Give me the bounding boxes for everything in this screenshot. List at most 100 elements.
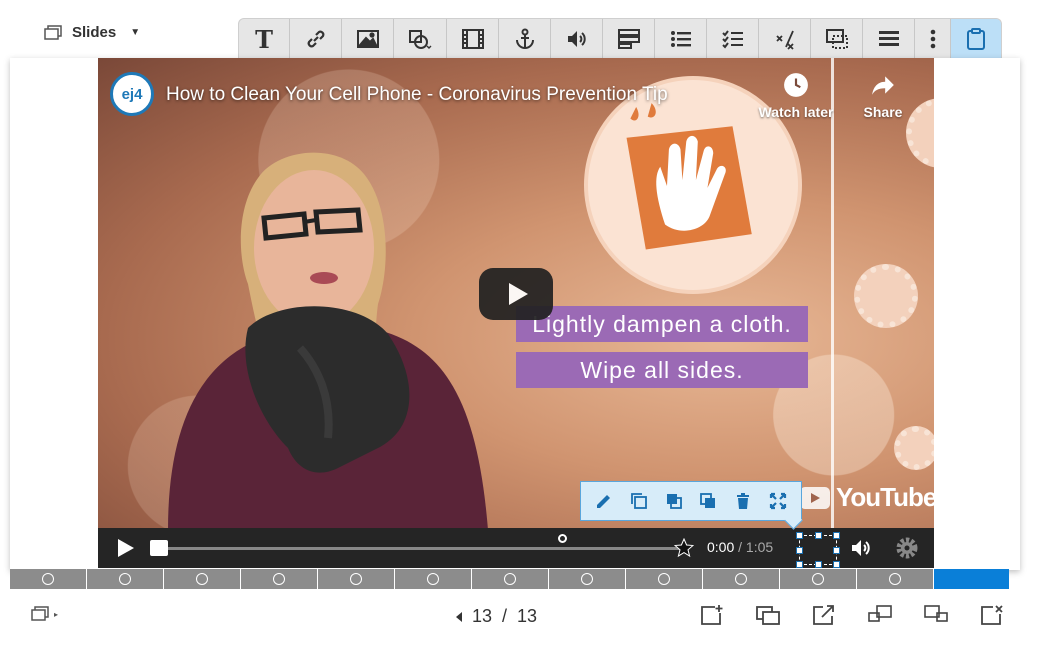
slide-thumb-11[interactable] (780, 569, 857, 589)
resize-handle[interactable] (815, 561, 822, 568)
video-title[interactable]: How to Clean Your Cell Phone - Coronavir… (166, 84, 668, 106)
image-icon (356, 30, 379, 48)
anchor-tool-button[interactable] (499, 19, 551, 58)
slide-thumb-1[interactable] (10, 569, 87, 589)
slide-thumb-8[interactable] (549, 569, 626, 589)
play-overlay-button[interactable] (479, 268, 553, 320)
link-icon (307, 30, 324, 48)
channel-logo[interactable]: ej4 (110, 72, 154, 116)
play-icon (118, 539, 134, 557)
move-right-icon (924, 605, 948, 622)
checklist-tool-button[interactable] (707, 19, 759, 58)
resize-handle[interactable] (833, 532, 840, 539)
slide-thumb-2[interactable] (87, 569, 164, 589)
fullscreen-element-button[interactable] (767, 490, 789, 512)
volume-button[interactable] (848, 536, 874, 560)
link-tool-button[interactable] (290, 19, 342, 58)
move-slide-left-button[interactable] (862, 601, 898, 629)
slide-dot-icon (889, 573, 901, 585)
slide-thumb-4[interactable] (241, 569, 318, 589)
resize-handle[interactable] (815, 532, 822, 539)
slide-thumb-9[interactable] (626, 569, 703, 589)
slide-thumb-10[interactable] (703, 569, 780, 589)
send-backward-button[interactable] (697, 490, 719, 512)
edit-element-button[interactable] (593, 490, 615, 512)
list-tool-button[interactable] (655, 19, 707, 58)
delete-slide-button[interactable] (974, 601, 1010, 629)
resize-handle[interactable] (796, 561, 803, 568)
slide-dot-icon (196, 573, 208, 585)
audio-icon (567, 31, 586, 47)
resize-handle[interactable] (833, 547, 840, 554)
slide-thumb-3[interactable] (164, 569, 241, 589)
progress-bar[interactable] (162, 547, 682, 550)
clipboard-icon (967, 28, 985, 50)
video-tool-button[interactable] (447, 19, 499, 58)
slides-menu[interactable]: Slides ▼ (44, 24, 140, 41)
send-backward-icon (700, 493, 716, 508)
text-tool-button[interactable]: T (239, 19, 290, 58)
duplicate-element-button[interactable] (628, 490, 650, 512)
slide-dot-icon (119, 573, 131, 585)
clipboard-tool-button[interactable] (951, 19, 1001, 58)
bottom-bar: ▸ 13 / 13 (10, 589, 1020, 633)
overlay-icon (825, 29, 848, 49)
resize-handle[interactable] (796, 547, 803, 554)
form-tool-button[interactable] (603, 19, 655, 58)
shape-tool-button[interactable] (394, 19, 447, 58)
gear-icon (896, 537, 918, 559)
export-slide-icon (813, 605, 834, 625)
resize-handle[interactable] (796, 532, 803, 539)
delete-element-button[interactable] (732, 490, 754, 512)
slide-thumb-12[interactable] (857, 569, 934, 589)
star-marker-icon[interactable] (674, 538, 694, 558)
duplicate-slide-button[interactable] (750, 601, 786, 629)
slide-dot-icon (658, 573, 670, 585)
previous-slide-icon[interactable] (456, 611, 462, 622)
play-button[interactable] (114, 537, 136, 559)
slide-strip (10, 569, 1020, 589)
overlay-tool-button[interactable] (811, 19, 863, 58)
math-tool-button[interactable] (759, 19, 811, 58)
presenter-figure (168, 152, 488, 530)
slide-thumb-7[interactable] (472, 569, 549, 589)
share-label: Share (863, 104, 903, 120)
slide-dot-icon (350, 573, 362, 585)
settings-button[interactable] (895, 536, 919, 560)
watch-later-button[interactable]: Watch later (756, 72, 836, 120)
table-tool-button[interactable] (863, 19, 915, 58)
time-total: 1:05 (745, 539, 774, 555)
export-slide-button[interactable] (806, 601, 842, 629)
more-tool-button[interactable] (915, 19, 951, 58)
slides-overview-button[interactable]: ▸ (30, 606, 58, 622)
youtube-logo[interactable]: YouTube (800, 482, 934, 513)
selected-element-frame[interactable] (796, 532, 840, 568)
bring-forward-button[interactable] (663, 490, 685, 512)
volume-icon (852, 540, 870, 556)
video-divider (831, 58, 834, 528)
slide-thumb-6[interactable] (395, 569, 472, 589)
resize-handle[interactable] (833, 561, 840, 568)
image-tool-button[interactable] (342, 19, 394, 58)
pencil-icon (597, 495, 611, 508)
progress-handle[interactable] (150, 540, 168, 556)
current-slide-number: 13 (472, 606, 493, 626)
move-slide-right-button[interactable] (918, 601, 954, 629)
slide-dot-icon (427, 573, 439, 585)
video-caption-line-1: Lightly dampen a cloth. (516, 306, 808, 342)
pager-separator: / (502, 606, 508, 626)
slide-thumb-13[interactable] (934, 569, 1009, 589)
element-edit-toolbar (580, 481, 802, 521)
youtube-video-embed[interactable]: ej4 How to Clean Your Cell Phone - Coron… (98, 58, 934, 568)
slide-dot-icon (42, 573, 54, 585)
slide-thumb-5[interactable] (318, 569, 395, 589)
share-button[interactable]: Share (843, 72, 923, 120)
slide-dot-icon (504, 573, 516, 585)
expand-icon (769, 492, 786, 510)
audio-tool-button[interactable] (551, 19, 603, 58)
slide-dot-icon (581, 573, 593, 585)
share-icon (872, 76, 894, 95)
form-icon (617, 29, 640, 49)
slide-dot-icon (273, 573, 285, 585)
add-slide-button[interactable] (694, 601, 730, 629)
